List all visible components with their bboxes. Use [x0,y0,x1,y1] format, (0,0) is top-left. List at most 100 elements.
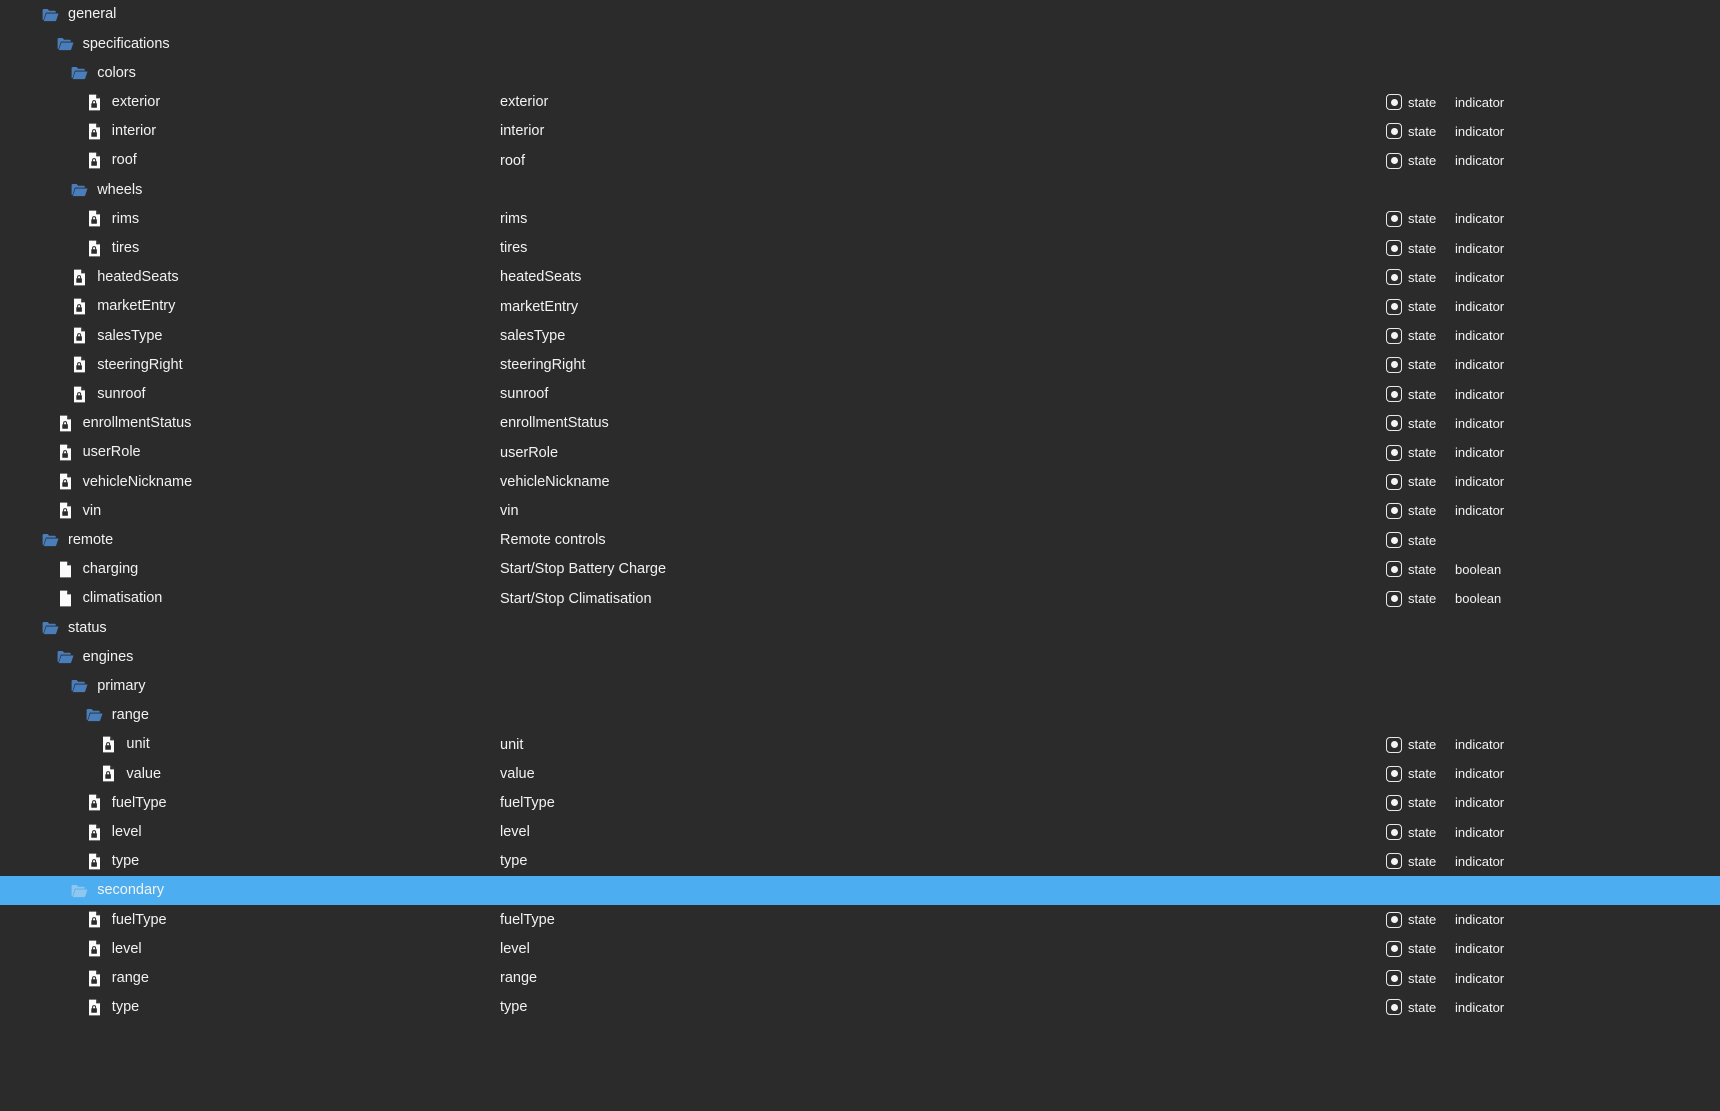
tree-row-name[interactable]: remote [42,526,113,555]
tree-row[interactable]: sunroof sunroof state indicator [0,380,1720,409]
tree-row-name[interactable]: vehicleNickname [57,467,192,496]
tree-row-label: general [68,6,117,23]
tree-row-name[interactable]: unit [100,730,150,759]
tree-row-name[interactable]: salesType [71,321,162,350]
tree-row-state[interactable]: state [1386,555,1436,584]
tree-row-state[interactable]: state [1386,847,1436,876]
tree-row-name[interactable]: roof [86,146,137,175]
tree-row-state[interactable]: state [1386,759,1436,788]
tree-row-state[interactable]: state [1386,350,1436,379]
tree-row-state[interactable]: state [1386,934,1436,963]
tree-row-name[interactable]: sunroof [71,380,146,409]
tree-row-state[interactable]: state [1386,292,1436,321]
tree-row[interactable]: roof roof state indicator [0,146,1720,175]
tree-row-name[interactable]: interior [86,117,156,146]
tree-row[interactable]: marketEntry marketEntry state indicator [0,292,1720,321]
tree-row-name[interactable]: steeringRight [71,350,183,379]
tree-row[interactable]: level level state indicator [0,818,1720,847]
tree-row-name[interactable]: range [86,964,149,993]
tree-row-state[interactable]: state [1386,905,1436,934]
tree-row-state[interactable]: state [1386,204,1436,233]
tree-row-name[interactable]: specifications [57,29,170,58]
tree-row[interactable]: secondary [0,876,1720,906]
tree-row-state[interactable]: state [1386,964,1436,993]
tree-row-name[interactable]: colors [71,58,136,87]
tree-row-name[interactable]: enrollmentStatus [57,409,191,438]
tree-row-name[interactable]: userRole [57,438,141,467]
tree-row[interactable]: unit unit state indicator [0,730,1720,759]
tree-row-name[interactable]: value [100,759,161,788]
tree-row-name[interactable]: general [42,0,116,29]
tree-row-name[interactable]: wheels [71,175,142,204]
tree-row-state[interactable]: state [1386,818,1436,847]
tree-row-name[interactable]: primary [71,672,146,701]
tree-row-name[interactable]: fuelType [86,788,167,817]
tree-row-name[interactable]: type [86,847,139,876]
tree-row[interactable]: range range state indicator [0,964,1720,993]
tree-row[interactable]: general [0,0,1720,29]
tree-row-state[interactable]: state [1386,526,1436,555]
tree-row[interactable]: fuelType fuelType state indicator [0,788,1720,817]
tree-row-name[interactable]: marketEntry [71,292,175,321]
tree-row[interactable]: wheels [0,175,1720,204]
tree-row-label: status [68,619,107,636]
tree-row-state[interactable]: state [1386,993,1436,1022]
tree-row-state[interactable]: state [1386,788,1436,817]
tree-row-name[interactable]: climatisation [57,584,162,613]
tree-row[interactable]: heatedSeats heatedSeats state indicator [0,263,1720,292]
tree-row-name[interactable]: type [86,993,139,1022]
tree-row-state[interactable]: state [1386,730,1436,759]
tree-row[interactable]: steeringRight steeringRight state indicator [0,350,1720,379]
tree-row[interactable]: range [0,701,1720,730]
tree-row-name[interactable]: engines [57,642,133,671]
tree-row[interactable]: level level state indicator [0,934,1720,963]
tree-row[interactable]: vehicleNickname vehicleNickname state indic… [0,467,1720,496]
tree-row[interactable]: charging Start/Stop Battery Charge state bo… [0,555,1720,584]
property-tree[interactable]: general specifications colors exterior exter… [0,0,1720,1111]
tree-row[interactable]: colors [0,58,1720,87]
tree-row-state[interactable]: state [1386,88,1436,117]
tree-row-state[interactable]: state [1386,117,1436,146]
state-label: state [1408,970,1437,986]
tree-row-state[interactable]: state [1386,496,1436,525]
tree-row-state[interactable]: state [1386,146,1436,175]
tree-row[interactable]: primary [0,672,1720,701]
tree-row-state[interactable]: state [1386,263,1436,292]
tree-row[interactable]: status [0,613,1720,642]
tree-row-state[interactable]: state [1386,409,1436,438]
tree-row-name[interactable]: status [42,613,107,642]
tree-row[interactable]: userRole userRole state indicator [0,438,1720,467]
tree-row-state[interactable]: state [1386,234,1436,263]
tree-row-state[interactable]: state [1386,438,1436,467]
tree-row-name[interactable]: range [86,701,149,730]
tree-row-name[interactable]: tires [86,234,139,263]
tree-row[interactable]: vin vin state indicator [0,496,1720,525]
tree-row[interactable]: type type state indicator [0,993,1720,1022]
tree-row-name[interactable]: exterior [86,88,160,117]
tree-row[interactable]: climatisation Start/Stop Climatisation sta… [0,584,1720,613]
tree-row[interactable]: value value state indicator [0,759,1720,788]
tree-row[interactable]: rims rims state indicator [0,204,1720,233]
tree-row-name[interactable]: vin [57,496,101,525]
tree-row[interactable]: specifications [0,29,1720,58]
tree-row-state[interactable]: state [1386,584,1436,613]
tree-row-state[interactable]: state [1386,321,1436,350]
tree-row-name[interactable]: charging [57,555,138,584]
tree-row[interactable]: interior interior state indicator [0,117,1720,146]
tree-row-name[interactable]: rims [86,204,139,233]
tree-row-state[interactable]: state [1386,380,1436,409]
tree-row-name[interactable]: level [86,934,142,963]
tree-row[interactable]: remote Remote controls state [0,526,1720,555]
tree-row-state[interactable]: state [1386,467,1436,496]
tree-row[interactable]: type type state indicator [0,847,1720,876]
tree-row[interactable]: tires tires state indicator [0,234,1720,263]
tree-row[interactable]: exterior exterior state indicator [0,88,1720,117]
tree-row[interactable]: salesType salesType state indicator [0,321,1720,350]
tree-row[interactable]: engines [0,642,1720,671]
tree-row-name[interactable]: secondary [71,876,164,905]
tree-row-name[interactable]: level [86,818,142,847]
tree-row-name[interactable]: heatedSeats [71,263,179,292]
tree-row[interactable]: fuelType fuelType state indicator [0,905,1720,934]
tree-row[interactable]: enrollmentStatus enrollmentStatus state ind… [0,409,1720,438]
tree-row-name[interactable]: fuelType [86,905,167,934]
